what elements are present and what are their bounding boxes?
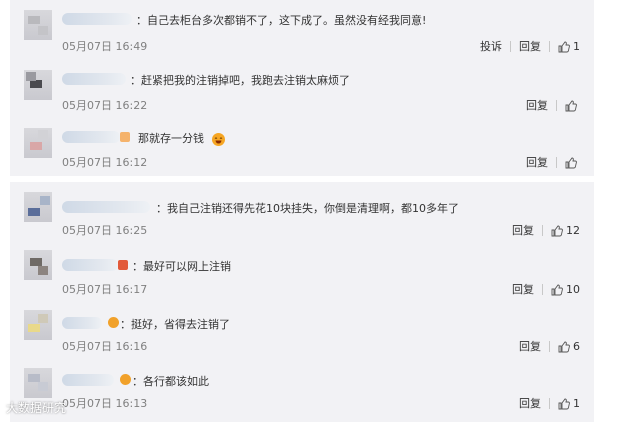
comment-item: 那就存一分钱 05月07日 16:12 回复 xyxy=(10,118,594,176)
comment-item: ：挺好，省得去注销了 05月07日 16:16 回复 6 xyxy=(10,300,594,358)
comment-item: ：我自己注销还得先花10块挂失，你倒是清理啊，都10多年了 05月07日 16:… xyxy=(10,182,594,240)
avatar[interactable] xyxy=(24,310,52,340)
comment-text: ：挺好，省得去注销了 xyxy=(120,318,230,331)
comment-item: ：各行都该如此 05月07日 16:13 回复 1 xyxy=(10,358,594,422)
divider xyxy=(556,156,557,168)
comment-date: 05月07日 16:12 xyxy=(62,156,148,169)
username-blurred[interactable] xyxy=(62,73,126,85)
comment-text: ：最好可以网上注销 xyxy=(132,260,231,273)
like-count: 1 xyxy=(573,396,580,410)
avatar[interactable] xyxy=(24,192,52,222)
divider xyxy=(556,99,557,111)
like-button[interactable]: 1 xyxy=(558,40,580,53)
comment-date: 05月07日 16:49 xyxy=(62,40,148,53)
like-count: 10 xyxy=(566,282,580,296)
comments-panel-bottom: ：我自己注销还得先花10块挂失，你倒是清理啊，都10多年了 05月07日 16:… xyxy=(10,182,594,422)
comment-item: ：赶紧把我的注销掉吧，我跑去注销太麻烦了 05月07日 16:22 回复 xyxy=(10,60,594,118)
reply-link[interactable]: 回复 xyxy=(512,281,534,297)
comment-text-row: 那就存一分钱 xyxy=(138,130,225,146)
like-button[interactable]: 1 xyxy=(558,397,580,410)
comment-date: 05月07日 16:13 xyxy=(62,397,148,410)
avatar[interactable] xyxy=(24,250,52,280)
comment-actions: 回复 1 xyxy=(519,395,580,411)
laughing-face-icon xyxy=(108,317,119,328)
comments-panel-top: ：自己去柜台多次都销不了，这下成了。虽然没有经我同意! 05月07日 16:49… xyxy=(10,0,594,176)
comment-date: 05月07日 16:22 xyxy=(62,99,148,112)
reply-link[interactable]: 回复 xyxy=(526,97,548,113)
reply-link[interactable]: 回复 xyxy=(519,38,541,54)
avatar[interactable] xyxy=(24,128,52,158)
like-button[interactable]: 10 xyxy=(551,283,580,296)
reply-link[interactable]: 回复 xyxy=(512,222,534,238)
divider xyxy=(549,397,550,409)
like-count: 12 xyxy=(566,223,580,237)
reply-link[interactable]: 回复 xyxy=(519,395,541,411)
comment-actions: 回复 xyxy=(526,97,580,113)
divider xyxy=(549,340,550,352)
like-button[interactable]: 6 xyxy=(558,340,580,353)
like-count: 1 xyxy=(573,39,580,53)
divider xyxy=(542,283,543,295)
comment-actions: 投诉 回复 1 xyxy=(480,38,580,54)
laughing-face-icon xyxy=(120,374,131,385)
username-blurred[interactable] xyxy=(62,374,114,386)
comment-text: ：赶紧把我的注销掉吧，我跑去注销太麻烦了 xyxy=(130,74,350,87)
like-button[interactable] xyxy=(565,156,580,169)
laughing-face-icon xyxy=(211,132,225,146)
reply-link[interactable]: 回复 xyxy=(519,338,541,354)
thumbs-up-icon xyxy=(558,398,570,409)
thumbs-up-icon xyxy=(558,341,570,352)
thumbs-up-icon xyxy=(565,100,577,111)
divider xyxy=(549,40,550,52)
comment-text: ：自己去柜台多次都销不了，这下成了。虽然没有经我同意! xyxy=(136,14,427,27)
username-blurred[interactable] xyxy=(62,317,102,329)
like-count: 6 xyxy=(573,339,580,353)
report-link[interactable]: 投诉 xyxy=(480,38,502,54)
comment-text: 那就存一分钱 xyxy=(138,132,204,145)
comment-date: 05月07日 16:16 xyxy=(62,340,148,353)
username-blurred[interactable] xyxy=(62,259,118,271)
comment-text: ：各行都该如此 xyxy=(132,375,209,388)
watermark: 大数据研究 xyxy=(6,399,66,416)
comment-actions: 回复 12 xyxy=(512,222,580,238)
comment-actions: 回复 6 xyxy=(519,338,580,354)
thumbs-up-icon xyxy=(551,284,563,295)
avatar[interactable] xyxy=(24,10,52,40)
comment-date: 05月07日 16:25 xyxy=(62,224,148,237)
user-badge xyxy=(120,132,130,142)
divider xyxy=(542,224,543,236)
divider xyxy=(510,40,511,52)
username-blurred[interactable] xyxy=(62,201,150,213)
user-badge xyxy=(118,260,128,270)
thumbs-up-icon xyxy=(558,41,570,52)
like-button[interactable]: 12 xyxy=(551,224,580,237)
like-button[interactable] xyxy=(565,99,580,112)
comment-item: ：最好可以网上注销 05月07日 16:17 回复 10 xyxy=(10,242,594,300)
watermark-text: 大数据研究 xyxy=(6,401,67,415)
comment-text: ：我自己注销还得先花10块挂失，你倒是清理啊，都10多年了 xyxy=(156,202,459,215)
comment-actions: 回复 xyxy=(526,154,580,170)
comment-date: 05月07日 16:17 xyxy=(62,283,148,296)
username-blurred[interactable] xyxy=(62,131,120,143)
avatar[interactable] xyxy=(24,368,52,398)
thumbs-up-icon xyxy=(565,157,577,168)
comment-item: ：自己去柜台多次都销不了，这下成了。虽然没有经我同意! 05月07日 16:49… xyxy=(10,0,594,58)
username-blurred[interactable] xyxy=(62,13,132,25)
thumbs-up-icon xyxy=(551,225,563,236)
reply-link[interactable]: 回复 xyxy=(526,154,548,170)
avatar[interactable] xyxy=(24,70,52,100)
comment-actions: 回复 10 xyxy=(512,281,580,297)
